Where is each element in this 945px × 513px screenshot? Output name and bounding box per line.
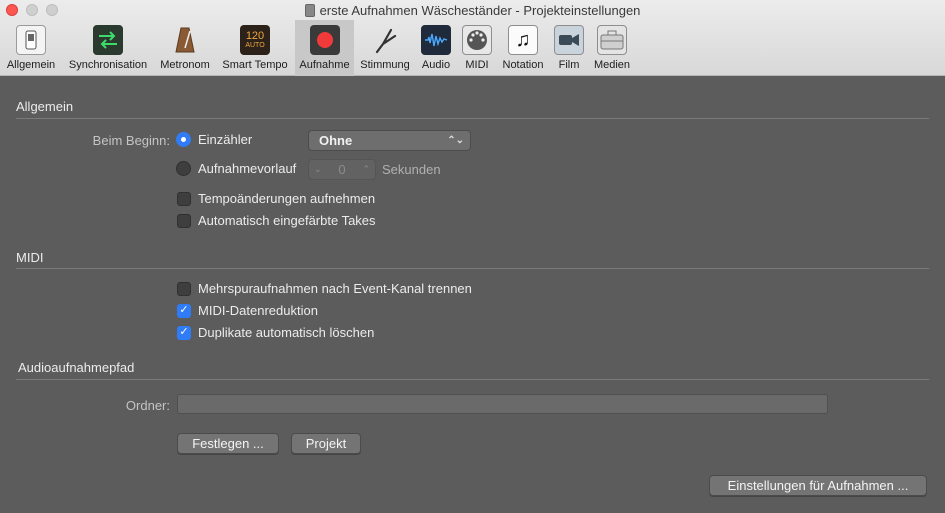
sync-arrows-icon — [93, 25, 123, 55]
divider — [16, 268, 929, 269]
toolbar: erste Aufnahmen Wäscheständer - Projekte… — [0, 0, 945, 76]
checkmark-icon: ✓ — [177, 325, 191, 340]
midi-connector-icon — [462, 25, 492, 55]
record-tempo-checkbox[interactable]: Tempoänderungen aufnehmen — [177, 191, 375, 206]
project-folder-button[interactable]: Projekt — [291, 433, 361, 454]
tab-allgemein[interactable]: Allgemein — [2, 20, 60, 76]
count-in-radio[interactable]: Einzähler — [176, 132, 252, 147]
tab-notation[interactable]: ♫ Notation — [497, 20, 549, 76]
divider — [16, 379, 929, 380]
radio-selected-icon — [176, 132, 191, 147]
radio-unselected-icon — [176, 161, 191, 176]
split-by-channel-checkbox[interactable]: Mehrspuraufnahmen nach Event-Kanal trenn… — [177, 281, 472, 296]
chevron-updown-icon: ⌃⌄ — [447, 135, 464, 146]
folder-path-field[interactable] — [177, 394, 828, 414]
section-title-midi: MIDI — [16, 250, 44, 265]
window-title: erste Aufnahmen Wäscheständer - Projekte… — [0, 2, 945, 20]
section-title-general: Allgemein — [16, 99, 74, 114]
tab-midi[interactable]: MIDI — [458, 20, 496, 76]
tab-aufnahme[interactable]: Aufnahme — [295, 20, 354, 76]
count-in-select[interactable]: Ohne ⌃⌄ — [308, 130, 471, 151]
switch-icon — [16, 25, 46, 55]
chevron-down-icon[interactable]: ⌄ — [314, 164, 322, 175]
folder-label: Ordner: — [125, 398, 170, 413]
section-title-audio-path: Audioaufnahmepfad — [18, 360, 135, 375]
tab-medien[interactable]: Medien — [590, 20, 634, 76]
briefcase-icon — [597, 25, 627, 55]
recording-settings-button[interactable]: Einstellungen für Aufnahmen ... — [709, 475, 927, 496]
tab-stimmung[interactable]: Stimmung — [356, 20, 414, 76]
metronome-icon — [170, 25, 200, 55]
checkbox-unchecked-icon — [177, 281, 191, 296]
waveform-icon — [421, 25, 451, 55]
tab-film[interactable]: Film — [551, 20, 587, 76]
checkbox-unchecked-icon — [177, 191, 191, 206]
music-note-icon: ♫ — [508, 25, 538, 55]
divider — [16, 118, 929, 119]
set-folder-button[interactable]: Festlegen ... — [177, 433, 279, 454]
tab-metronom[interactable]: Metronom — [156, 20, 214, 76]
preroll-stepper[interactable]: ⌄ 0 ⌃ — [308, 159, 376, 180]
preroll-unit: Sekunden — [382, 162, 441, 177]
auto-colored-takes-checkbox[interactable]: Automatisch eingefärbte Takes — [177, 213, 376, 228]
video-camera-icon — [554, 25, 584, 55]
checkmark-icon: ✓ — [177, 303, 191, 318]
start-label: Beim Beginn: — [92, 133, 170, 148]
auto-delete-duplicates-checkbox[interactable]: ✓ Duplikate automatisch löschen — [177, 325, 374, 340]
midi-reduction-checkbox[interactable]: ✓ MIDI-Datenreduktion — [177, 303, 318, 318]
tab-smart-tempo[interactable]: 120 AUTO Smart Tempo — [216, 20, 294, 76]
document-icon — [304, 4, 315, 17]
checkbox-unchecked-icon — [177, 213, 191, 228]
tab-synchronisation[interactable]: Synchronisation — [62, 20, 154, 76]
tuning-fork-icon — [370, 25, 400, 55]
tab-audio[interactable]: Audio — [416, 20, 456, 76]
record-icon — [309, 25, 340, 55]
smart-tempo-icon: 120 AUTO — [240, 25, 270, 55]
preroll-radio[interactable]: Aufnahmevorlauf — [176, 161, 296, 176]
chevron-up-icon[interactable]: ⌃ — [362, 164, 370, 175]
